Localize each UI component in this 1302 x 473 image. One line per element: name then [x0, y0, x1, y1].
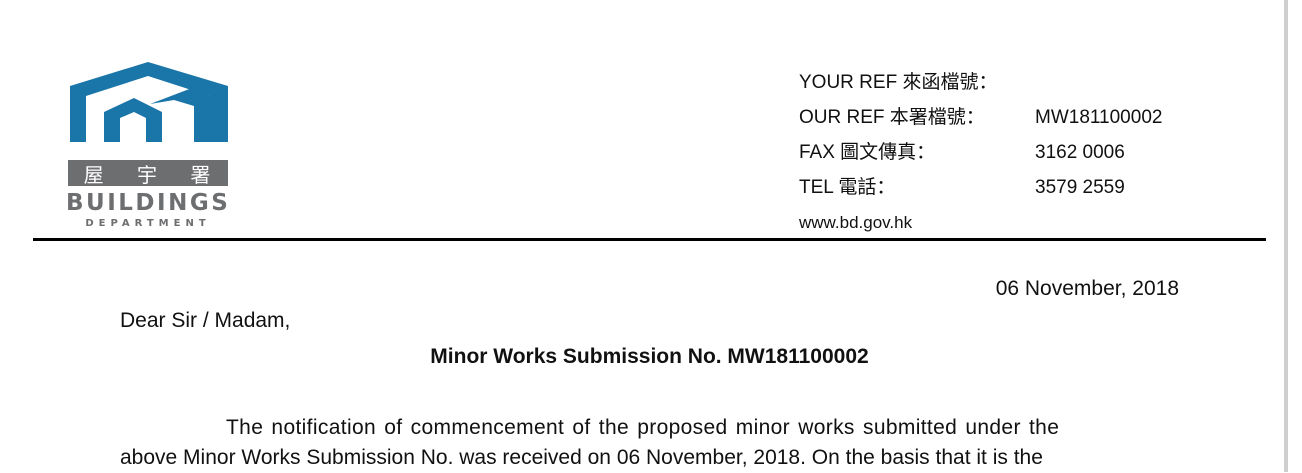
letter-subject: Minor Works Submission No. MW181100002 [430, 345, 869, 368]
page-edge-divider [1284, 0, 1288, 472]
logo-chinese-char: 宇 [136, 162, 159, 187]
ref-value: 3162 0006 [1035, 142, 1125, 163]
house-outline-icon [70, 62, 228, 142]
our-ref-row: OUR REF 本署檔號： MW181100002 [799, 105, 1219, 140]
letter-date: 06 November, 2018 [995, 277, 1179, 300]
salutation: Dear Sir / Madam, [120, 309, 291, 332]
buildings-department-logo: 屋 宇 署 BUILDINGS DEPARTMENT [66, 58, 232, 236]
reference-block: YOUR REF 來函檔號： OUR REF 本署檔號： MW181100002… [799, 70, 1219, 210]
logo-chinese-char: 屋 [83, 162, 106, 187]
your-ref-row: YOUR REF 來函檔號： [799, 70, 1219, 105]
ref-value: 3579 2559 [1035, 177, 1125, 198]
body-paragraph: The notification of commencement of the … [120, 413, 1179, 473]
logo-chinese-name: 屋 宇 署 [68, 160, 228, 187]
ref-label: FAX 圖文傳真： [799, 142, 936, 163]
logo-chinese-char: 署 [190, 162, 213, 187]
ref-label: OUR REF 本署檔號： [799, 107, 985, 128]
tel-row: TEL 電話： 3579 2559 [799, 175, 1219, 210]
ref-value: MW181100002 [1035, 107, 1163, 128]
header-divider [33, 238, 1266, 241]
fax-row: FAX 圖文傳真： 3162 0006 [799, 140, 1219, 175]
ref-label: YOUR REF 來函檔號： [799, 72, 998, 93]
logo-name-line1: BUILDINGS [66, 190, 231, 216]
body-line: The notification of commencement of the … [226, 416, 1060, 439]
logo-name-line2: DEPARTMENT [85, 218, 211, 229]
ref-label: TEL 電話： [799, 177, 896, 198]
website-link[interactable]: www.bd.gov.hk [799, 212, 912, 234]
body-line: above Minor Works Submission No. was rec… [120, 446, 1043, 469]
